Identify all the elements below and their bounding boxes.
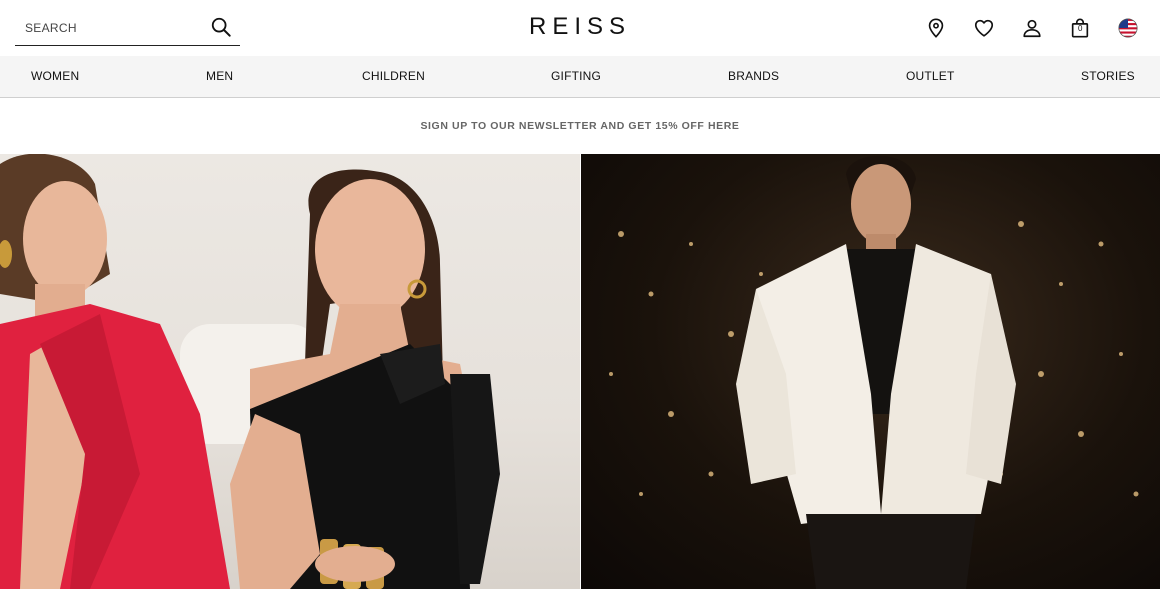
men-illustration <box>609 155 1139 589</box>
bag-count: 0 <box>1078 24 1083 33</box>
search-bar[interactable] <box>15 12 240 46</box>
women-illustration <box>0 154 500 589</box>
nav-item-stories[interactable]: STORIES <box>1081 69 1135 83</box>
site-header: REISS 0 <box>0 0 1160 56</box>
nav-item-women[interactable]: WOMEN <box>31 69 79 83</box>
heart-icon[interactable] <box>972 16 996 40</box>
bag-icon[interactable]: 0 <box>1068 16 1092 40</box>
reiss-logo[interactable]: REISS <box>500 13 660 41</box>
nav-item-outlet[interactable]: OUTLET <box>906 69 955 83</box>
nav-item-brands[interactable]: BRANDS <box>728 69 779 83</box>
search-input[interactable] <box>25 18 205 38</box>
newsletter-promo-link[interactable]: SIGN UP TO OUR NEWSLETTER AND GET 15% OF… <box>420 120 739 132</box>
us-flag-icon[interactable] <box>1116 16 1140 40</box>
header-icons: 0 <box>900 16 1140 40</box>
hero-women-image[interactable] <box>0 154 580 589</box>
location-pin-icon[interactable] <box>924 16 948 40</box>
newsletter-promo: SIGN UP TO OUR NEWSLETTER AND GET 15% OF… <box>0 98 1160 154</box>
account-icon[interactable] <box>1020 16 1044 40</box>
hero-men-image[interactable] <box>581 154 1160 589</box>
main-nav: WOMEN MEN CHILDREN GIFTING BRANDS OUTLET… <box>0 56 1160 98</box>
nav-item-men[interactable]: MEN <box>206 69 233 83</box>
search-icon[interactable] <box>210 16 232 38</box>
nav-item-gifting[interactable]: GIFTING <box>551 69 601 83</box>
nav-item-children[interactable]: CHILDREN <box>362 69 425 83</box>
